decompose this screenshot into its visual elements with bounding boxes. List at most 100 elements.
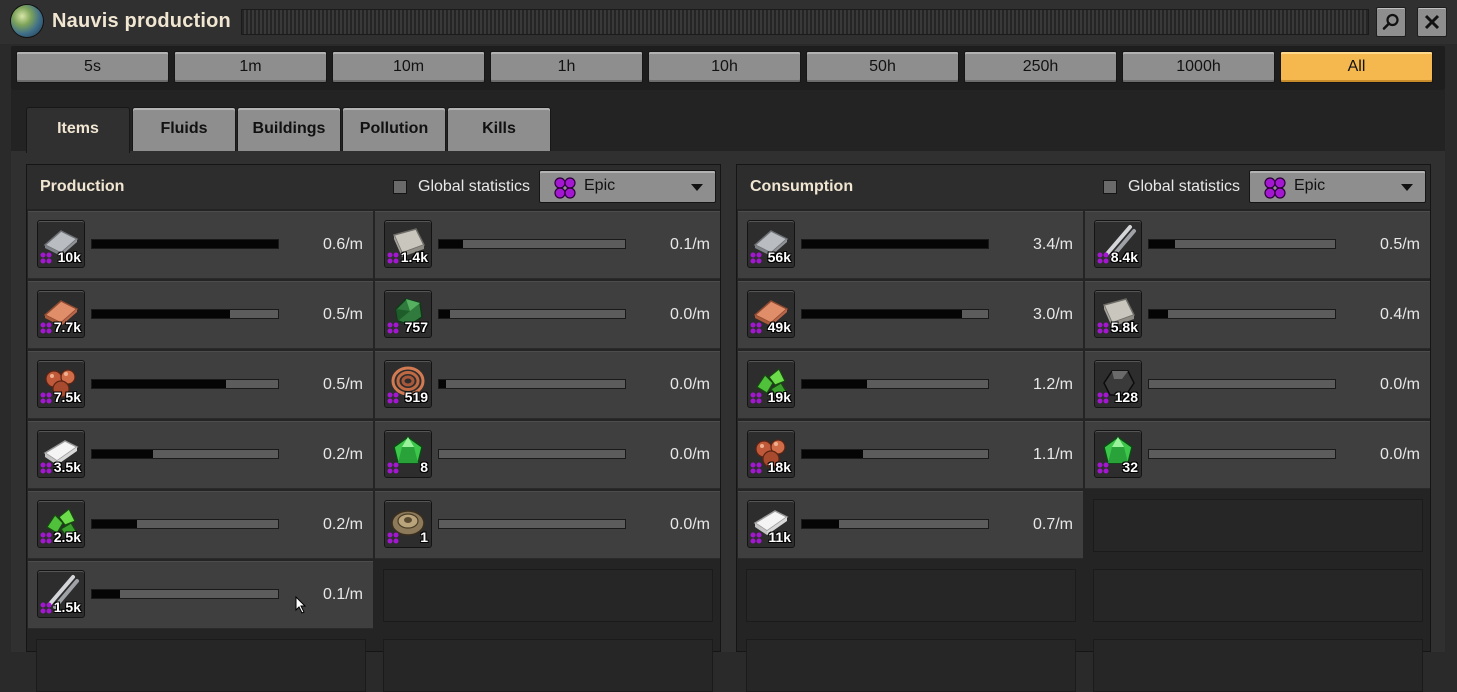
consumption-item-row[interactable]: 18k 1.1/m <box>738 421 1083 489</box>
time-button-250h[interactable]: 250h <box>964 51 1117 83</box>
drag-handle[interactable] <box>241 9 1369 35</box>
rate-bar-fill <box>1149 310 1168 318</box>
consumption-item-row[interactable]: 32 0.0/m <box>1085 421 1430 489</box>
consumption-item-row[interactable]: 8.4k 0.5/m <box>1085 211 1430 279</box>
window-title: Nauvis production <box>52 10 231 32</box>
item-rate: 0.5/m <box>1379 236 1420 253</box>
production-quality-value: Epic <box>584 177 616 194</box>
rate-bar-fill <box>1149 240 1176 248</box>
production-item-row[interactable]: 8 0.0/m <box>375 421 720 489</box>
item-count: 128 <box>1114 389 1138 405</box>
item-slot[interactable]: 49k <box>747 290 795 338</box>
item-rate: 0.2/m <box>322 516 363 533</box>
item-slot[interactable]: 10k <box>37 220 85 268</box>
production-item-row[interactable]: 7.5k 0.5/m <box>28 351 373 419</box>
item-slot[interactable]: 19k <box>747 360 795 408</box>
time-button-all[interactable]: All <box>1280 51 1433 83</box>
consumption-item-row[interactable]: 49k 3.0/m <box>738 281 1083 349</box>
epic-quality-icon <box>40 392 52 404</box>
epic-quality-icon <box>750 532 762 544</box>
production-item-row[interactable]: 1.5k 0.1/m <box>28 561 373 629</box>
epic-quality-icon <box>1097 462 1109 474</box>
item-slot[interactable]: 8.4k <box>1094 220 1142 268</box>
tab-buildings[interactable]: Buildings <box>237 107 341 151</box>
item-slot[interactable]: 11k <box>747 500 795 548</box>
rate-bar <box>438 309 626 319</box>
item-count: 1.4k <box>400 249 428 265</box>
epic-quality-icon <box>1097 322 1109 334</box>
production-global-checkbox[interactable] <box>393 180 407 194</box>
rate-bar-fill <box>92 520 137 528</box>
time-button-10h[interactable]: 10h <box>648 51 801 83</box>
rate-bar <box>1148 239 1336 249</box>
item-slot[interactable]: 5.8k <box>1094 290 1142 338</box>
item-rate: 0.1/m <box>322 586 363 603</box>
production-item-row[interactable]: 3.5k 0.2/m <box>28 421 373 489</box>
consumption-item-row[interactable]: 128 0.0/m <box>1085 351 1430 419</box>
rate-bar-fill <box>439 380 447 388</box>
item-slot[interactable]: 7.7k <box>37 290 85 338</box>
consumption-quality-dropdown[interactable]: Epic <box>1249 170 1426 203</box>
item-slot[interactable]: 8 <box>384 430 432 478</box>
production-item-row[interactable]: 7.7k 0.5/m <box>28 281 373 349</box>
item-rate: 0.0/m <box>1379 376 1420 393</box>
consumption-item-row[interactable]: 56k 3.4/m <box>738 211 1083 279</box>
consumption-item-row[interactable]: 19k 1.2/m <box>738 351 1083 419</box>
search-button[interactable] <box>1376 7 1406 37</box>
item-slot[interactable]: 2.5k <box>37 500 85 548</box>
consumption-header: Consumption Global statistics Epic <box>737 165 1430 209</box>
rate-bar <box>91 519 279 529</box>
item-rate: 1.2/m <box>1032 376 1073 393</box>
tab-pollution[interactable]: Pollution <box>342 107 446 151</box>
production-item-row[interactable]: 757 0.0/m <box>375 281 720 349</box>
epic-quality-icon <box>750 462 762 474</box>
item-slot[interactable]: 56k <box>747 220 795 268</box>
production-item-row[interactable]: 10k 0.6/m <box>28 211 373 279</box>
item-slot[interactable]: 1.4k <box>384 220 432 268</box>
time-button-10m[interactable]: 10m <box>332 51 485 83</box>
item-slot[interactable]: 32 <box>1094 430 1142 478</box>
item-slot[interactable]: 18k <box>747 430 795 478</box>
production-item-row[interactable]: 2.5k 0.2/m <box>28 491 373 559</box>
production-item-row[interactable]: 1.4k 0.1/m <box>375 211 720 279</box>
item-count: 1.5k <box>53 599 81 615</box>
time-button-5s[interactable]: 5s <box>16 51 169 83</box>
item-slot[interactable]: 1.5k <box>37 570 85 618</box>
production-quality-dropdown[interactable]: Epic <box>539 170 716 203</box>
close-button[interactable] <box>1417 7 1447 37</box>
rate-bar-fill <box>802 380 868 388</box>
epic-quality-icon <box>1264 177 1286 199</box>
time-button-50h[interactable]: 50h <box>806 51 959 83</box>
consumption-global-checkbox[interactable] <box>1103 180 1117 194</box>
tab-items[interactable]: Items <box>26 107 130 153</box>
item-count: 56k <box>767 249 791 265</box>
epic-quality-icon <box>387 392 399 404</box>
rate-bar-fill <box>802 240 988 248</box>
time-button-1000h[interactable]: 1000h <box>1122 51 1275 83</box>
item-count: 49k <box>767 319 791 335</box>
item-slot[interactable]: 1 <box>384 500 432 548</box>
production-item-row[interactable]: 1 0.0/m <box>375 491 720 559</box>
tab-kills[interactable]: Kills <box>447 107 551 151</box>
empty-slot <box>36 639 366 692</box>
rate-bar-fill <box>92 240 278 248</box>
empty-slot <box>383 639 713 692</box>
time-button-1m[interactable]: 1m <box>174 51 327 83</box>
item-slot[interactable]: 128 <box>1094 360 1142 408</box>
epic-quality-icon <box>1097 252 1109 264</box>
item-count: 519 <box>404 389 428 405</box>
production-panel: Production Global statistics Epic 10k 0.6… <box>26 164 721 692</box>
rate-bar <box>438 239 626 249</box>
item-slot[interactable]: 3.5k <box>37 430 85 478</box>
item-slot[interactable]: 757 <box>384 290 432 338</box>
tab-fluids[interactable]: Fluids <box>132 107 236 151</box>
production-item-row[interactable]: 519 0.0/m <box>375 351 720 419</box>
rate-bar <box>1148 309 1336 319</box>
time-button-1h[interactable]: 1h <box>490 51 643 83</box>
item-slot[interactable]: 7.5k <box>37 360 85 408</box>
epic-quality-icon <box>40 462 52 474</box>
consumption-item-row[interactable]: 11k 0.7/m <box>738 491 1083 559</box>
epic-quality-icon <box>40 252 52 264</box>
consumption-item-row[interactable]: 5.8k 0.4/m <box>1085 281 1430 349</box>
item-slot[interactable]: 519 <box>384 360 432 408</box>
